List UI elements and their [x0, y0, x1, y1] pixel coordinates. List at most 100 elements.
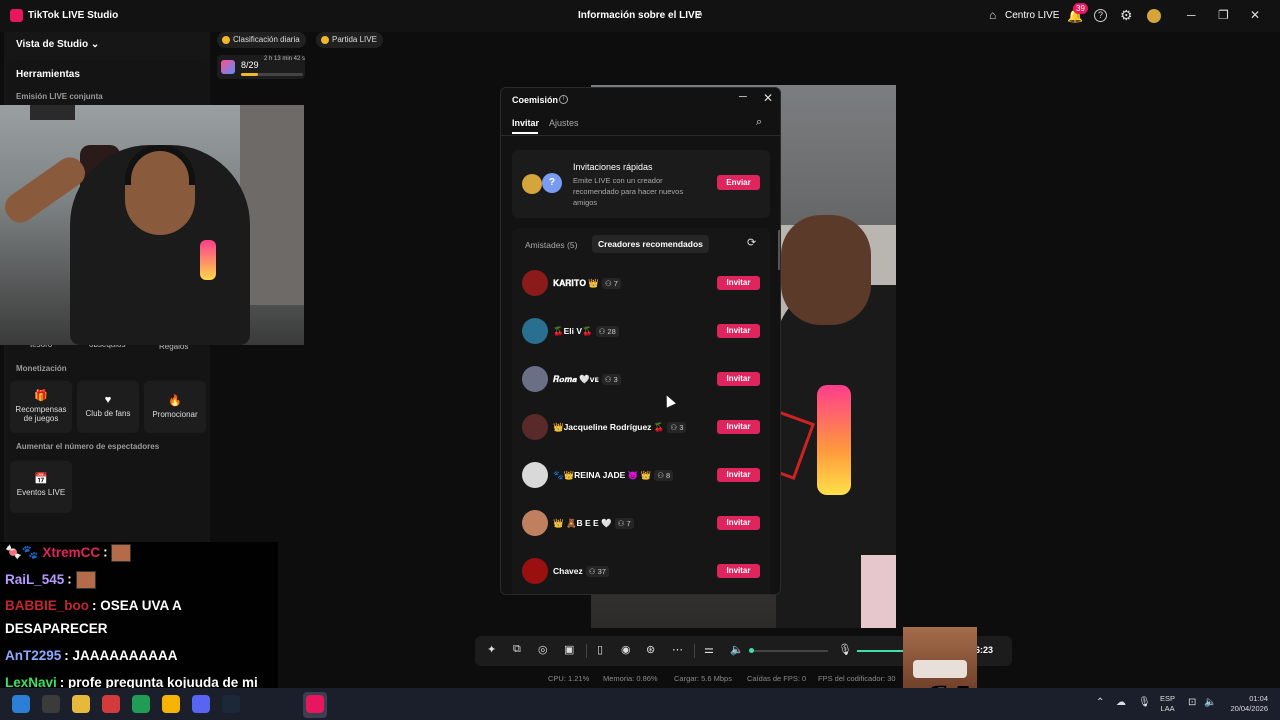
gear-icon[interactable]: ⚙	[1120, 7, 1133, 24]
tab-invitar[interactable]: Invitar	[512, 118, 539, 128]
speaker-icon[interactable]: 🔈	[730, 643, 744, 656]
lang-layout: LAA	[1160, 704, 1175, 713]
tab-ajustes[interactable]: Ajustes	[549, 118, 579, 128]
creator-avatar[interactable]	[522, 318, 548, 344]
taskbar-app-icon[interactable]	[72, 695, 90, 713]
mixer-icon[interactable]: ⚌	[704, 643, 714, 656]
taskbar-app-icon[interactable]	[306, 695, 324, 713]
chat-username: AnT2295	[5, 648, 62, 663]
separator	[586, 644, 587, 658]
webcam-preview	[0, 105, 304, 345]
quick-invites-title: Invitaciones rápidas	[573, 162, 653, 172]
language-indicator[interactable]: ESP LAA	[1160, 694, 1175, 714]
creator-avatar[interactable]	[522, 558, 548, 584]
studio-view-label: Vista de Studio	[16, 39, 89, 50]
scene-icon[interactable]: ⧉	[513, 643, 521, 656]
invite-button[interactable]: Invitar	[717, 468, 760, 482]
creator-avatar[interactable]	[522, 462, 548, 488]
modal-title: Coemisión	[512, 95, 559, 105]
close-button[interactable]: ✕	[1250, 8, 1260, 22]
game-rewards-button[interactable]: 🎁 Recompensas de juegos	[10, 381, 72, 433]
tray-mic-icon[interactable]: 🎙	[1138, 697, 1151, 708]
modal-scrollbar[interactable]	[778, 230, 780, 270]
creator-row: 🐾👑REINA JADE 👿 👑 ⚇ 8 Invitar	[522, 462, 762, 490]
tray-network-icon[interactable]: ⊡	[1188, 697, 1196, 708]
info-icon[interactable]: i	[559, 95, 568, 104]
more-icon[interactable]: ⋯	[672, 643, 683, 656]
source-icon[interactable]: ▣	[564, 643, 574, 656]
chat-emote-icon	[75, 571, 96, 589]
taskbar-app-icon[interactable]	[12, 695, 30, 713]
gift-icon: 🎁	[34, 390, 48, 402]
home-icon[interactable]: ⌂	[989, 8, 996, 22]
search-icon[interactable]: ⌕	[756, 116, 762, 129]
invite-button[interactable]: Invitar	[717, 372, 760, 386]
tab-creadores-recomendados[interactable]: Creadores recomendados	[592, 235, 709, 253]
promote-button[interactable]: 🔥 Promocionar	[144, 381, 206, 433]
creator-avatar[interactable]	[522, 510, 548, 536]
effects-icon[interactable]: ◎	[538, 643, 548, 656]
creator-name-text: 👑 🧸B E E 🤍	[553, 518, 612, 528]
creator-row: 𝐊𝐀𝐑𝐈𝐓𝐎 👑 ⚇ 7 Invitar	[522, 270, 762, 298]
taskbar-app-icon[interactable]	[222, 695, 240, 713]
invite-button[interactable]: Invitar	[717, 420, 760, 434]
mic-level-meter[interactable]	[857, 650, 907, 652]
live-events-button[interactable]: 📅 Eventos LIVE	[10, 461, 72, 513]
app-title: TikTok LIVE Studio	[28, 10, 119, 21]
minimize-button[interactable]: ─	[1187, 8, 1196, 22]
co-host-section-label: Emisión LIVE conjunta	[16, 92, 103, 101]
fps-drops-stat: Caídas de FPS: 0	[747, 674, 807, 683]
clock-date: 20/04/2026	[1230, 704, 1268, 713]
share-icon[interactable]: ↗	[694, 9, 703, 22]
creator-avatar[interactable]	[522, 366, 548, 392]
follower-count-value: 3	[679, 423, 684, 432]
maximize-button[interactable]: ❐	[1218, 8, 1229, 22]
goal-icon	[221, 60, 235, 74]
creator-name: 👑 🧸B E E 🤍 ⚇ 7	[553, 518, 634, 529]
creator-avatar[interactable]	[522, 270, 548, 296]
trophy-icon	[222, 36, 230, 44]
portrait-icon[interactable]: ▯	[597, 643, 603, 656]
camera-icon[interactable]: ⊛	[646, 643, 655, 656]
modal-close-button[interactable]: ✕	[763, 91, 773, 105]
preview-pink-object	[861, 555, 896, 628]
invite-button[interactable]: Invitar	[717, 516, 760, 530]
studio-view-dropdown[interactable]: Vista de Studio ⌄	[16, 39, 99, 50]
help-icon[interactable]: ?	[1094, 9, 1107, 22]
calendar-icon: 📅	[34, 473, 48, 485]
taskbar-app-icon[interactable]	[132, 695, 150, 713]
taskbar-app-icon[interactable]	[102, 695, 120, 713]
chat-username: RaiL_545	[5, 571, 65, 587]
creator-avatar[interactable]	[522, 414, 548, 440]
encoder-fps-stat: FPS del codificador: 30	[818, 674, 896, 683]
refresh-icon[interactable]: ⟳	[747, 236, 756, 249]
taskbar-clock[interactable]: 01:04 20/04/2026	[1226, 694, 1268, 714]
chat-username: BABBIE_boo	[5, 598, 89, 613]
daily-ranking-chip[interactable]: Clasificación diaria	[217, 32, 306, 48]
taskbar-app-icon[interactable]	[162, 695, 180, 713]
tray-cloud-icon[interactable]: ☁	[1116, 697, 1126, 708]
live-match-chip[interactable]: Partida LIVE	[316, 32, 383, 48]
tray-chevron-icon[interactable]: ⌃	[1096, 697, 1104, 708]
creator-name: 👑Jacqueline Rodríguez 🍒 ⚇ 3	[553, 422, 687, 433]
tab-amistades[interactable]: Amistades (5)	[525, 240, 577, 250]
invite-button[interactable]: Invitar	[717, 276, 760, 290]
magic-wand-icon[interactable]: ✦	[487, 643, 496, 656]
avatar[interactable]	[1147, 9, 1161, 23]
invite-button[interactable]: Invitar	[717, 564, 760, 578]
record-icon[interactable]: ◉	[621, 643, 631, 656]
fan-club-button[interactable]: ♥ Club de fans	[77, 381, 139, 433]
send-button[interactable]: Enviar	[717, 175, 760, 190]
centro-live-button[interactable]: Centro LIVE	[1005, 10, 1059, 21]
live-info-title[interactable]: Información sobre el LIVE	[578, 10, 701, 21]
volume-slider-handle[interactable]	[749, 648, 754, 653]
live-match-label: Partida LIVE	[332, 35, 377, 44]
invite-button[interactable]: Invitar	[717, 324, 760, 338]
volume-slider[interactable]	[750, 650, 828, 652]
microphone-icon[interactable]: 🎙	[838, 643, 852, 656]
taskbar-app-icon[interactable]	[42, 695, 60, 713]
modal-minimize-button[interactable]: ─	[739, 91, 747, 103]
taskbar-app-icon[interactable]	[192, 695, 210, 713]
tray-volume-icon[interactable]: 🔈	[1204, 697, 1216, 708]
follower-count: ⚇ 37	[585, 566, 609, 577]
